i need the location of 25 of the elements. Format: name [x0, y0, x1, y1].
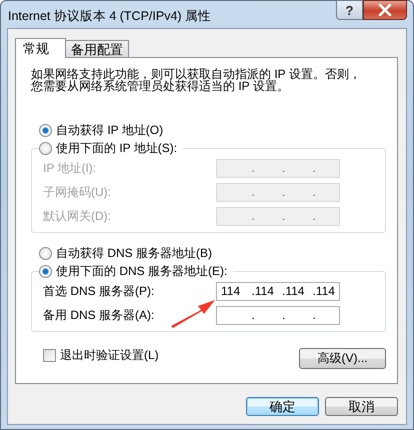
tab[interactable]: 备用配置 — [65, 40, 129, 57]
radio-label: 使用下面的 DNS 服务器地址(E): — [56, 262, 228, 280]
dialog-button[interactable]: 确定 — [246, 397, 319, 416]
help-button[interactable]: ? — [336, 0, 363, 20]
radio-button[interactable] — [39, 264, 52, 278]
radio-label: 使用下面的 IP 地址(S): — [56, 140, 178, 156]
radio-label: 自动获得 DNS 服务器地址(B) — [56, 244, 212, 262]
close-icon — [378, 4, 392, 16]
close-button[interactable] — [363, 0, 407, 20]
ip-address-field[interactable]: . . . — [216, 306, 340, 324]
field-label: 子网掩码(U): — [43, 184, 111, 200]
ip-address-field[interactable]: 114 .114 .114 .114 — [216, 282, 340, 300]
checkbox-label: 退出时验证设置(L) — [60, 347, 159, 364]
dialog-button[interactable]: 取消 — [325, 397, 398, 416]
advanced-button[interactable]: 高级(V)... — [299, 348, 386, 369]
field-label: 首选 DNS 服务器(P): — [43, 282, 154, 300]
field-label: IP 地址(I): — [43, 160, 96, 176]
radio-button[interactable] — [39, 246, 52, 260]
field-label: 默认网关(D): — [43, 208, 111, 224]
window-title: Internet 协议版本 4 (TCP/IPv4) 属性 — [8, 8, 212, 25]
field-label: 备用 DNS 服务器(A): — [43, 306, 154, 324]
tab[interactable]: 常规 — [15, 38, 66, 58]
radio-label: 自动获得 IP 地址(O) — [56, 122, 164, 138]
description-text: 如果网络支持此功能，则可以获取自动指派的 IP 设置。否则，您需要从网络系统管理员处获得适当的 IP 设置。 — [31, 68, 361, 92]
checkbox[interactable] — [43, 349, 56, 362]
